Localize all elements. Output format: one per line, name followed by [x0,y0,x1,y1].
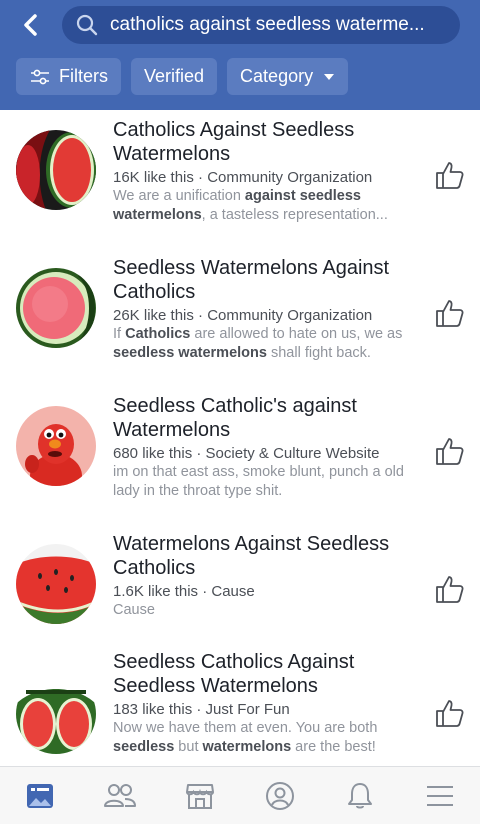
bell-icon [348,782,372,808]
thumbs-up-icon [436,300,464,327]
thumbs-up-icon [436,700,464,727]
search-query-text: catholics against seedless waterme... [110,14,425,35]
filter-chips: Filters Verified Category [16,58,349,95]
snippet-text: are allowed to hate on us, we as [190,326,403,342]
avatar [16,130,96,210]
result-info: Seedless Catholic's against Watermelons … [113,394,423,501]
avatar [16,674,96,754]
result-snippet: Cause [113,601,423,620]
result-meta: 183 like this · Just For Fun [113,701,290,718]
friends-icon [104,783,136,807]
category-label: Category [240,66,314,86]
result-title: Watermelons Against Seedless Catholics [113,533,390,579]
result-title: Seedless Catholic's against Watermelons [113,395,357,441]
result-snippet: im on that east ass, smoke blunt, punch … [113,463,423,501]
list-item[interactable]: Seedless Catholic's against Watermelons … [0,386,480,524]
list-item[interactable]: Watermelons Against Seedless Catholics 1… [0,524,480,662]
tab-marketplace[interactable] [176,772,224,820]
thumbs-up-icon [436,162,464,189]
search-icon [76,14,98,36]
snippet-text: but [174,739,203,755]
filters-label: Filters [59,66,108,86]
tab-friends[interactable] [96,772,144,820]
avatar [16,268,96,348]
result-meta: 680 like this · Society & Culture Websit… [113,445,380,462]
news-feed-icon [27,783,53,808]
result-meta: 1.6K like this · Cause [113,583,255,600]
snippet-text: Now we have them at even. You are both [113,720,378,736]
result-meta: 26K like this · Community Organization [113,307,373,324]
snippet-text: are the best! [291,739,376,755]
result-title: Catholics Against Seedless Watermelons [113,119,355,165]
filters-button[interactable]: Filters [16,58,121,95]
like-button[interactable] [430,294,468,332]
tab-notifications[interactable] [336,772,384,820]
like-button[interactable] [430,432,468,470]
result-info: Seedless Watermelons Against Catholics 2… [113,256,423,363]
result-snippet: We are a unification against seedless wa… [113,187,423,225]
verified-label: Verified [144,66,205,86]
snippet-text: If [113,326,126,342]
result-title: Seedless Watermelons Against Catholics [113,257,390,303]
snippet-text: We are a unification [113,188,245,204]
snippet-highlight: watermelons [202,739,292,755]
avatar [16,544,96,624]
bottom-tab-bar [0,766,480,824]
tab-news-feed[interactable] [16,772,64,820]
snippet-text: , a tasteless representation... [201,207,388,223]
like-button[interactable] [430,694,468,732]
result-info: Watermelons Against Seedless Catholics 1… [113,532,423,620]
back-button[interactable] [14,8,48,42]
profile-icon [266,781,294,810]
thumbs-up-icon [436,576,464,603]
tab-menu[interactable] [416,772,464,820]
tab-profile[interactable] [256,772,304,820]
snippet-text: shall fight back. [266,345,371,361]
snippet-highlight: seedless watermelons [113,345,267,361]
result-meta: 16K like this · Community Organization [113,169,373,186]
snippet-text: Cause [113,602,155,618]
snippet-text: im on that east ass, smoke blunt, punch … [113,464,404,499]
thumbs-up-icon [436,438,464,465]
sliders-icon [29,68,51,86]
result-title: Seedless Catholics Against Seedless Wate… [113,651,355,697]
like-button[interactable] [430,570,468,608]
result-info: Catholics Against Seedless Watermelons 1… [113,118,423,225]
snippet-highlight: seedless [113,739,175,755]
list-item[interactable]: Seedless Catholics Against Seedless Wate… [0,644,480,782]
menu-icon [427,785,453,806]
top-bar: catholics against seedless waterme... Fi… [0,0,480,110]
like-button[interactable] [430,156,468,194]
result-info: Seedless Catholics Against Seedless Wate… [113,650,423,757]
list-item[interactable]: Catholics Against Seedless Watermelons 1… [0,110,480,248]
avatar [16,406,96,486]
chevron-left-icon [24,14,37,36]
category-dropdown[interactable]: Category [227,58,349,95]
list-item[interactable]: Seedless Watermelons Against Catholics 2… [0,248,480,386]
marketplace-icon [186,783,214,809]
result-snippet: Now we have them at even. You are both s… [113,719,423,757]
search-input[interactable]: catholics against seedless waterme... [62,6,460,44]
result-snippet: If Catholics are allowed to hate on us, … [113,325,423,363]
caret-down-icon [323,73,335,81]
verified-button[interactable]: Verified [131,58,218,95]
snippet-highlight: Catholics [125,326,191,342]
